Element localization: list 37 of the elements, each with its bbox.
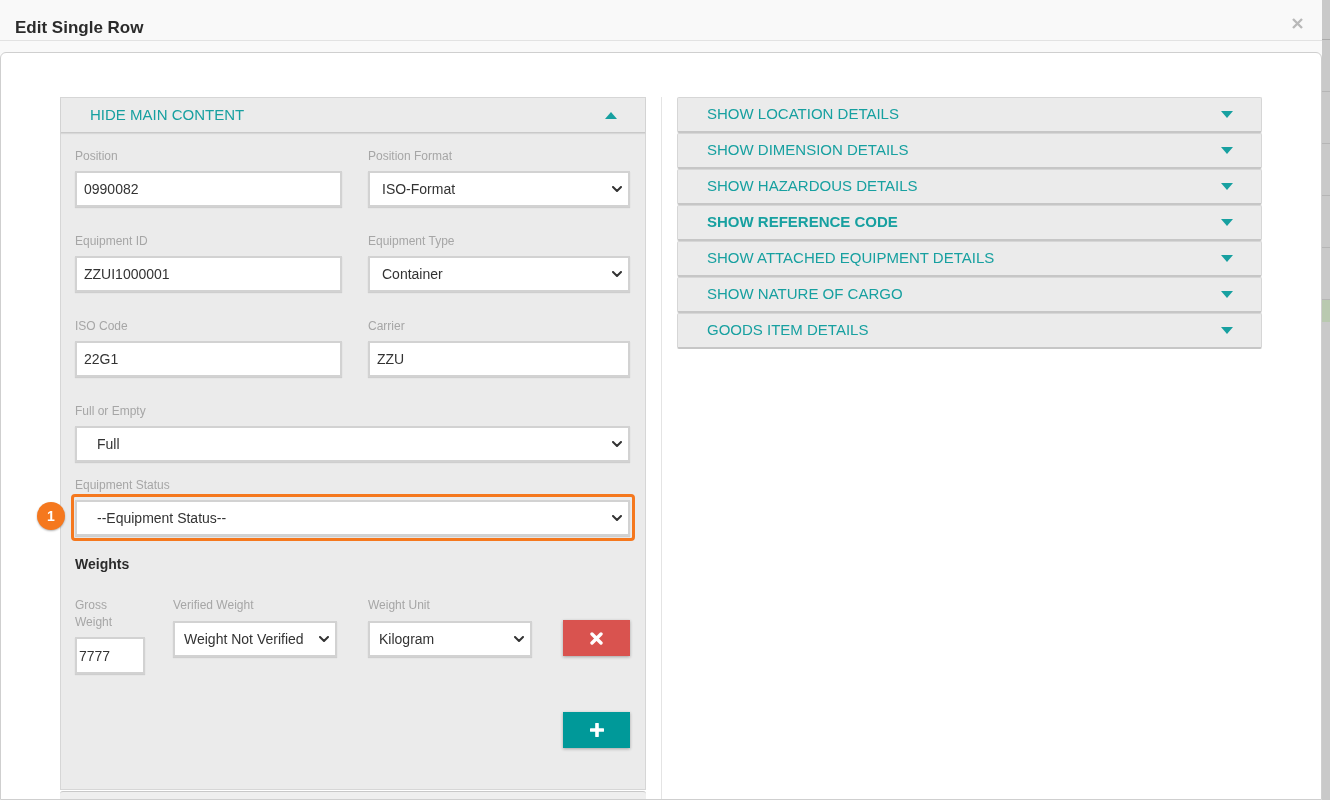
- x-icon: [590, 631, 603, 645]
- text-input[interactable]: 22G1: [75, 341, 342, 377]
- text-input[interactable]: 7777: [75, 637, 145, 674]
- field-label: Gross Weight: [75, 597, 114, 631]
- close-button[interactable]: [1290, 16, 1304, 30]
- chevron-down-icon: [514, 636, 524, 642]
- field-label: Position: [75, 148, 119, 164]
- close-icon: [1291, 17, 1303, 29]
- field-label: Verified Weight: [173, 597, 255, 613]
- field-label: Full or Empty: [75, 403, 147, 419]
- field-label: Equipment Type: [368, 233, 456, 249]
- plus-icon: [589, 723, 604, 737]
- field-label: Equipment ID: [75, 233, 149, 249]
- chevron-down-icon: [612, 515, 622, 521]
- chevron-down-icon: [612, 186, 622, 192]
- text-input[interactable]: 0990082: [75, 171, 342, 207]
- section-heading: Weights: [75, 556, 131, 572]
- callout-marker: 1: [37, 502, 65, 530]
- chevron-down-icon: [612, 271, 622, 277]
- chevron-down-icon: [319, 636, 329, 642]
- dropdown[interactable]: --Equipment Status--: [75, 500, 630, 536]
- field-label: Carrier: [368, 318, 406, 334]
- dropdown[interactable]: Weight Not Verified: [173, 621, 337, 657]
- field-label: Position Format: [368, 148, 454, 164]
- text-input[interactable]: ZZU: [368, 341, 630, 377]
- remove-button[interactable]: [563, 620, 630, 656]
- dropdown[interactable]: Container: [368, 256, 630, 292]
- dropdown[interactable]: Full: [75, 426, 630, 462]
- dropdown[interactable]: ISO-Format: [368, 171, 630, 207]
- field-label: ISO Code: [75, 318, 129, 334]
- field-label: Weight Unit: [368, 597, 431, 613]
- dialog-title: Edit Single Row: [15, 17, 144, 40]
- add-button[interactable]: [563, 712, 630, 748]
- field-label: Equipment Status: [75, 477, 171, 493]
- text-input[interactable]: ZZUI1000001: [75, 256, 342, 292]
- chevron-down-icon: [612, 441, 622, 447]
- dropdown[interactable]: Kilogram: [368, 621, 532, 657]
